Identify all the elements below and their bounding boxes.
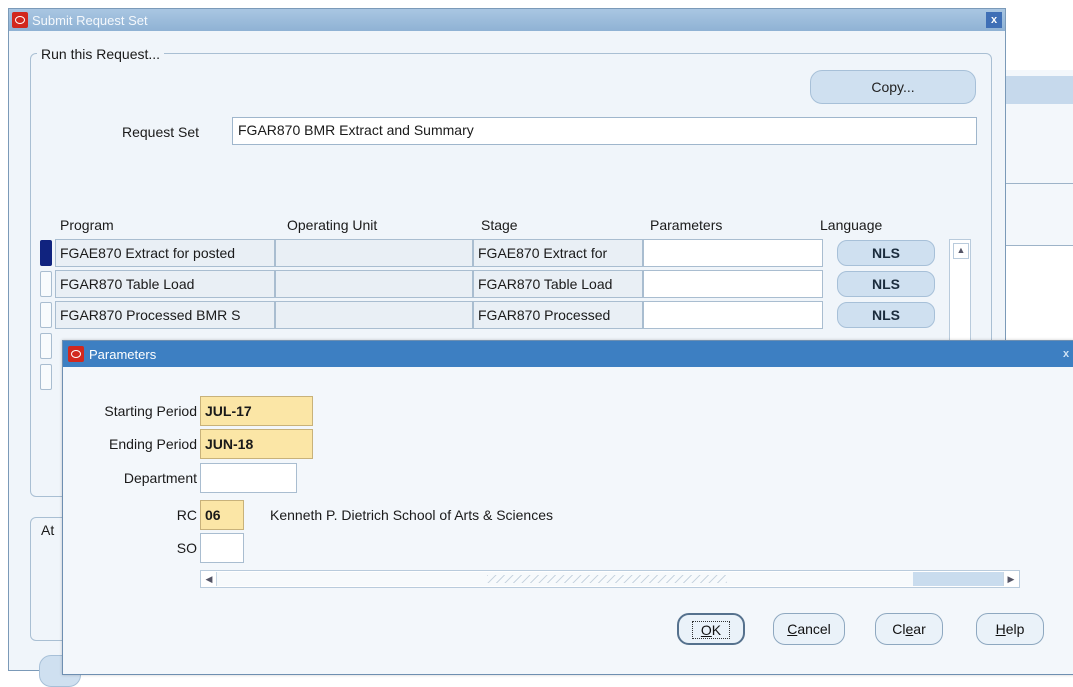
background-window-header <box>1006 76 1073 104</box>
so-field[interactable] <box>200 533 244 563</box>
clear-label-rest: ar <box>913 621 926 637</box>
row-selector-active[interactable] <box>40 240 52 266</box>
cancel-mnemonic: C <box>787 621 798 637</box>
stage-cell[interactable]: FGAR870 Table Load <box>473 270 643 298</box>
cancel-label-rest: ancel <box>797 621 831 637</box>
language-nls-button[interactable]: NLS <box>837 240 935 266</box>
row-selector[interactable] <box>40 333 52 359</box>
request-set-field[interactable]: FGAR870 BMR Extract and Summary <box>232 117 977 145</box>
operating-unit-cell[interactable] <box>275 301 473 329</box>
ok-mnemonic: O <box>700 622 712 638</box>
parameters-cell[interactable] <box>643 239 823 267</box>
help-label-rest: elp <box>1005 621 1025 637</box>
rc-label: RC <box>176 507 197 523</box>
starting-period-field[interactable]: JUL-17 <box>200 396 313 426</box>
column-header-operating-unit: Operating Unit <box>287 217 378 233</box>
background-window-divider <box>1006 183 1073 184</box>
ok-button[interactable]: OK <box>677 613 745 645</box>
clear-button[interactable]: Clear <box>875 613 943 645</box>
cancel-button[interactable]: Cancel <box>773 613 845 645</box>
help-mnemonic: H <box>995 621 1006 637</box>
language-nls-button[interactable]: NLS <box>837 271 935 297</box>
so-label: SO <box>176 540 197 556</box>
oracle-logo-icon <box>12 12 28 28</box>
dialog-title: Parameters <box>89 347 157 362</box>
clear-label-pre: Cl <box>892 621 906 637</box>
rc-description: Kenneth P. Dietrich School of Arts & Sci… <box>270 507 554 523</box>
window-title: Submit Request Set <box>32 13 148 28</box>
scroll-up-icon[interactable]: ▲ <box>953 243 969 259</box>
parameters-horizontal-scrollbar[interactable]: ◀ ▶ <box>200 570 1020 588</box>
oracle-logo-icon <box>68 346 84 362</box>
parameters-dialog: Parameters x Starting Period JUL-17 Endi… <box>62 340 1073 675</box>
request-set-label: Request Set <box>122 124 200 140</box>
dialog-titlebar: Parameters x <box>63 341 1073 367</box>
window-titlebar: Submit Request Set x <box>9 9 1005 31</box>
row-selector[interactable] <box>40 364 52 390</box>
department-field[interactable] <box>200 463 297 493</box>
parameters-cell[interactable] <box>643 301 823 329</box>
scrollbar-track[interactable] <box>913 572 1003 586</box>
parameters-cell[interactable] <box>643 270 823 298</box>
background-window <box>1005 70 1073 351</box>
scrollbar-grip <box>487 575 727 583</box>
close-icon[interactable]: x <box>1058 346 1073 362</box>
program-cell[interactable]: FGAR870 Processed BMR S <box>55 301 275 329</box>
copy-button[interactable]: Copy... <box>810 70 976 104</box>
column-header-parameters: Parameters <box>650 217 723 233</box>
rc-field[interactable]: 06 <box>200 500 244 530</box>
help-button[interactable]: Help <box>976 613 1044 645</box>
ok-button-label: OK <box>691 621 731 639</box>
background-window-body <box>1006 245 1073 351</box>
stage-cell[interactable]: FGAR870 Processed <box>473 301 643 329</box>
operating-unit-cell[interactable] <box>275 239 473 267</box>
close-icon[interactable]: x <box>986 12 1002 28</box>
department-label: Department <box>123 470 197 486</box>
column-header-language: Language <box>820 217 883 233</box>
ok-label-rest: K <box>711 622 722 638</box>
row-selector[interactable] <box>40 302 52 328</box>
language-nls-button[interactable]: NLS <box>837 302 935 328</box>
program-cell[interactable]: FGAE870 Extract for posted <box>55 239 275 267</box>
stage-cell[interactable]: FGAE870 Extract for <box>473 239 643 267</box>
column-header-program: Program <box>60 217 114 233</box>
ending-period-label: Ending Period <box>109 436 197 452</box>
program-cell[interactable]: FGAR870 Table Load <box>55 270 275 298</box>
operating-unit-cell[interactable] <box>275 270 473 298</box>
row-selector[interactable] <box>40 271 52 297</box>
scrollbar-thumb[interactable] <box>217 572 913 586</box>
column-header-stage: Stage <box>481 217 518 233</box>
scroll-right-icon[interactable]: ▶ <box>1003 572 1018 586</box>
run-request-group-title: Run this Request... <box>37 46 165 62</box>
at-group-title: At <box>39 522 57 538</box>
ending-period-field[interactable]: JUN-18 <box>200 429 313 459</box>
scroll-left-icon[interactable]: ◀ <box>202 572 217 586</box>
starting-period-label: Starting Period <box>104 403 197 419</box>
